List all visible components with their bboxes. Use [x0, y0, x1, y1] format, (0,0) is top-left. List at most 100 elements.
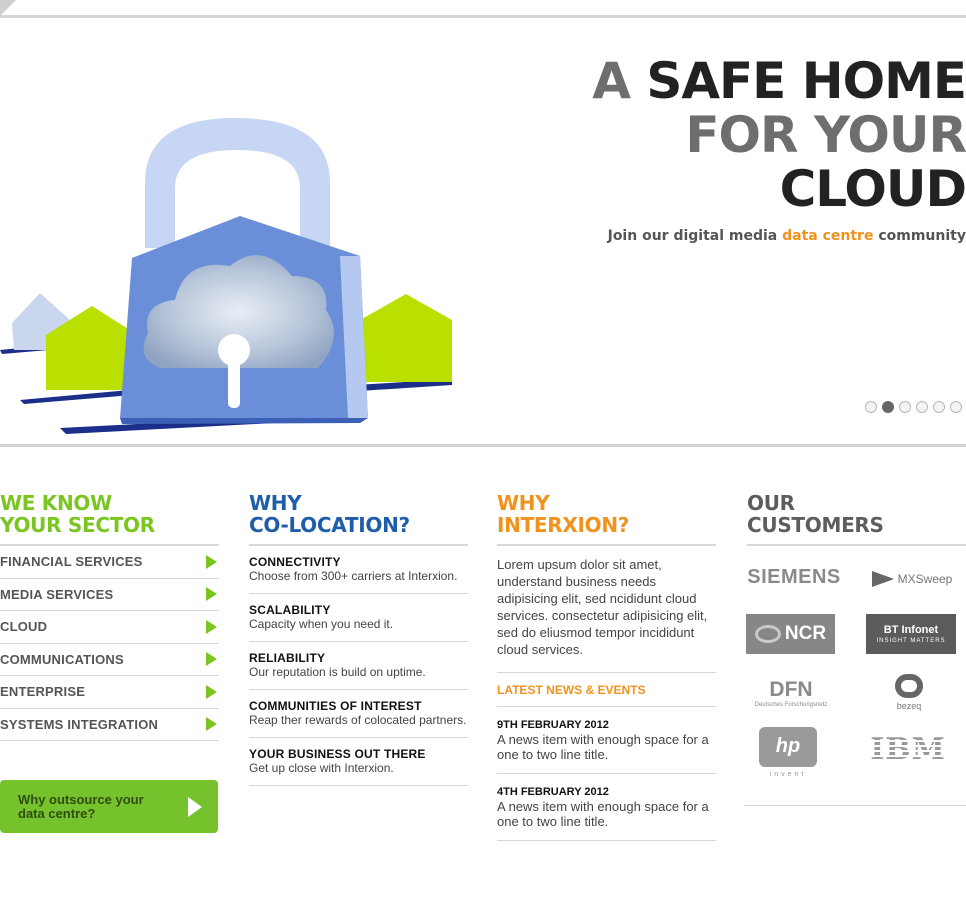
- news-date: 9TH FEBRUARY 2012: [497, 719, 609, 731]
- news-item[interactable]: 4TH FEBRUARY 2012 A news item with enoug…: [497, 774, 716, 841]
- news-text: A news item with enough space for a one …: [497, 799, 709, 829]
- feature-text: Our reputation is build on uptime.: [249, 665, 426, 679]
- slide-dot-6[interactable]: [950, 401, 962, 413]
- colocation-title-line-2: CO-LOCATION?: [249, 513, 410, 537]
- headline-line-3: CLOUD: [779, 160, 966, 218]
- ncr-logo-text: NCR: [784, 623, 827, 644]
- dfn-logo-text: DFN: [769, 677, 813, 701]
- chevron-right-icon: [206, 684, 217, 699]
- sector-item-label: MEDIA SERVICES: [0, 586, 114, 602]
- sector-item-label: COMMUNICATIONS: [0, 651, 124, 667]
- sector-item-label: SYSTEMS INTEGRATION: [0, 716, 159, 732]
- feature-title: RELIABILITY: [249, 651, 326, 665]
- news-text: A news item with enough space for a one …: [497, 732, 709, 762]
- ibm-logo[interactable]: IBM: [868, 731, 948, 767]
- interxion-intro: Lorem upsum dolor sit amet, understand b…: [497, 546, 716, 673]
- sector-item-financial-services[interactable]: FINANCIAL SERVICES: [0, 546, 219, 579]
- siemens-logo[interactable]: SIEMENS: [747, 562, 840, 592]
- headline-line-2: FOR YOUR: [685, 106, 966, 164]
- hero-headline: A SAFE HOME FOR YOUR CLOUD: [592, 54, 966, 216]
- sector-item-label: FINANCIAL SERVICES: [0, 554, 143, 570]
- hp-badge: hp: [759, 726, 817, 767]
- cloud-lock-illustration: [0, 118, 452, 434]
- interxion-title-line-1: WHY: [497, 491, 550, 515]
- customers-title: OUR CUSTOMERS: [747, 492, 966, 544]
- slide-dot-2[interactable]: [882, 401, 894, 413]
- hp-logo-subtext: invent: [769, 770, 807, 778]
- slide-dot-5[interactable]: [933, 401, 945, 413]
- customers-title-line-1: OUR: [747, 491, 795, 515]
- section-divider: [0, 444, 966, 447]
- mxsweep-logo[interactable]: MXSweep: [868, 564, 956, 594]
- bezeq-logo[interactable]: bezeq: [876, 672, 942, 712]
- feature-item: CONNECTIVITY Choose from 300+ carriers a…: [249, 546, 468, 594]
- dfn-logo[interactable]: DFN Deutsches Forschungsnetz: [746, 670, 836, 716]
- customers-title-line-2: CUSTOMERS: [747, 513, 884, 537]
- bt-logo-subtext: INSIGHT MATTERS: [876, 638, 946, 644]
- interxion-title-line-2: INTERXION?: [497, 513, 630, 537]
- sectors-title-line-2: YOUR SECTOR: [0, 513, 155, 537]
- news-date: 4TH FEBRUARY 2012: [497, 786, 609, 798]
- hp-logo[interactable]: hp invent: [756, 724, 820, 780]
- feature-text: Capacity when you need it.: [249, 617, 394, 631]
- sectors-title-line-1: WE KNOW: [0, 491, 112, 515]
- feature-title: COMMUNITIES OF INTEREST: [249, 699, 422, 713]
- news-item[interactable]: 9TH FEBRUARY 2012 A news item with enoug…: [497, 707, 716, 774]
- cta-label: Why outsource your data centre?: [18, 791, 144, 821]
- paper-plane-icon: [871, 571, 894, 587]
- news-heading[interactable]: LATEST NEWS & EVENTS: [497, 673, 716, 707]
- feature-text: Choose from 300+ carriers at Interxion.: [249, 569, 458, 583]
- chevron-right-icon: [206, 554, 217, 569]
- sector-item-media-services[interactable]: MEDIA SERVICES: [0, 579, 219, 611]
- sector-item-enterprise[interactable]: ENTERPRISE: [0, 676, 219, 709]
- bt-infonet-logo[interactable]: BT Infonet INSIGHT MATTERS: [866, 614, 956, 654]
- colocation-title: WHY CO-LOCATION?: [249, 492, 468, 544]
- dfn-logo-subtext: Deutsches Forschungsnetz: [754, 701, 828, 708]
- tagline-pre: Join our digital media: [607, 228, 778, 244]
- slide-dot-3[interactable]: [899, 401, 911, 413]
- interxion-title: WHY INTERXION?: [497, 492, 716, 544]
- headline-line-1: SAFE HOME: [646, 52, 966, 110]
- colocation-column: WHY CO-LOCATION? CONNECTIVITY Choose fro…: [249, 492, 468, 786]
- ncr-logo[interactable]: NCR: [746, 614, 835, 654]
- sector-item-systems-integration[interactable]: SYSTEMS INTEGRATION: [0, 709, 219, 741]
- feature-title: YOUR BUSINESS OUT THERE: [249, 747, 426, 761]
- hero-tagline: Join our digital media data centre commu…: [608, 228, 966, 244]
- slide-dot-4[interactable]: [916, 401, 928, 413]
- sectors-title: WE KNOW YOUR SECTOR: [0, 492, 219, 544]
- colocation-title-line-1: WHY: [249, 491, 302, 515]
- bt-logo-text: BT Infonet: [883, 624, 939, 636]
- sector-item-label: ENTERPRISE: [0, 684, 86, 700]
- chevron-right-icon: [206, 652, 217, 667]
- corner-fold: [0, 0, 16, 16]
- customers-column: OUR CUSTOMERS SIEMENS MXSweep NCR BT Inf…: [744, 492, 966, 806]
- sector-item-communications[interactable]: COMMUNICATIONS: [0, 644, 219, 676]
- bezeq-mark-icon: [895, 673, 923, 698]
- chevron-right-icon: [206, 717, 217, 732]
- feature-item: SCALABILITY Capacity when you need it.: [249, 594, 468, 642]
- feature-text: Get up close with Interxion.: [249, 761, 394, 775]
- headline-a: A: [592, 52, 631, 110]
- tagline-post: community: [878, 228, 966, 244]
- sector-list: FINANCIAL SERVICES MEDIA SERVICES CLOUD …: [0, 546, 219, 741]
- feature-item: COMMUNITIES OF INTEREST Reap ther reward…: [249, 690, 468, 738]
- feature-title: CONNECTIVITY: [249, 555, 341, 569]
- tagline-accent: data centre: [782, 228, 874, 244]
- bezeq-logo-text: bezeq: [896, 700, 922, 711]
- customer-logo-grid: SIEMENS MXSweep NCR BT Infonet INSIGHT M…: [744, 546, 966, 806]
- feature-title: SCALABILITY: [249, 603, 331, 617]
- outsource-cta-button[interactable]: Why outsource your data centre?: [0, 780, 218, 833]
- hero-banner: A SAFE HOME FOR YOUR CLOUD Join our digi…: [0, 18, 966, 444]
- arrow-right-icon: [188, 796, 202, 817]
- feature-item: YOUR BUSINESS OUT THERE Get up close wit…: [249, 738, 468, 786]
- ibm-logo-text: IBM: [870, 731, 946, 767]
- feature-text: Reap ther rewards of colocated partners.: [249, 713, 467, 727]
- slide-dot-1[interactable]: [865, 401, 877, 413]
- ncr-ring-icon: [754, 625, 781, 643]
- sector-item-cloud[interactable]: CLOUD: [0, 611, 219, 644]
- slide-pagination: [865, 401, 962, 413]
- interxion-column: WHY INTERXION? Lorem upsum dolor sit ame…: [497, 492, 716, 841]
- chevron-right-icon: [206, 587, 217, 602]
- sector-item-label: CLOUD: [0, 619, 48, 635]
- sectors-column: WE KNOW YOUR SECTOR FINANCIAL SERVICES M…: [0, 492, 219, 833]
